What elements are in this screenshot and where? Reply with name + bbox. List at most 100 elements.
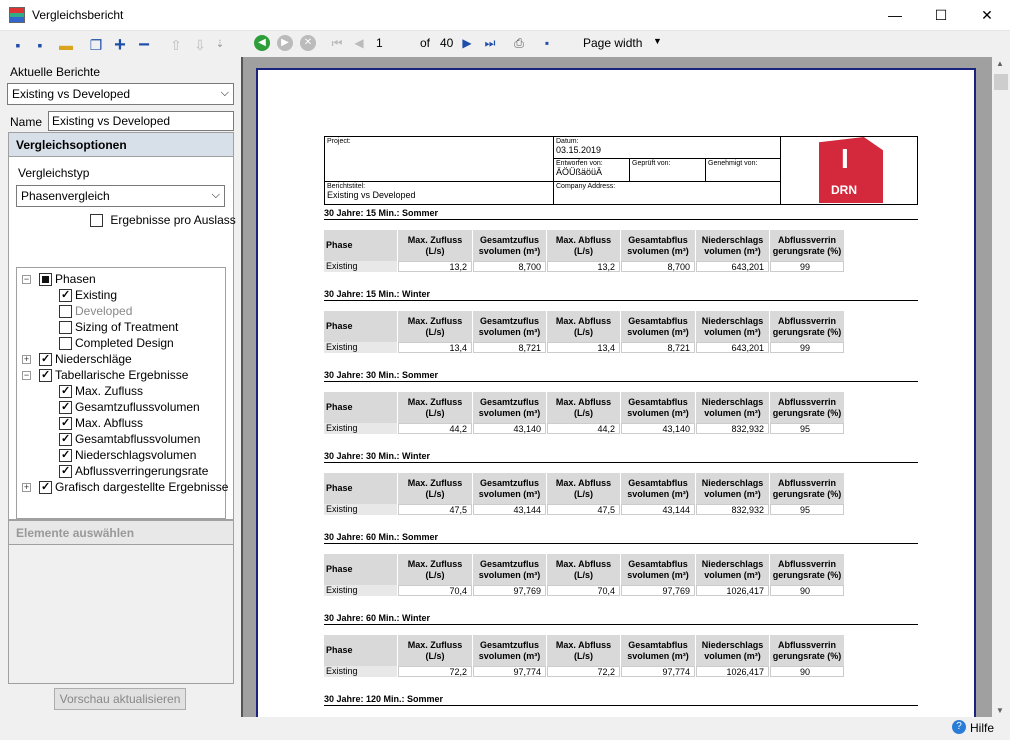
- help-link[interactable]: Hilfe: [970, 721, 994, 735]
- result-table: Phase Max. Zufluss (L/s) Gesamtzuflus svol…: [324, 230, 844, 274]
- tree-item-checkbox[interactable]: [59, 337, 72, 351]
- tree-item-checkbox[interactable]: [59, 305, 72, 319]
- sort-icon[interactable]: ⇣: [212, 37, 228, 53]
- save-icon[interactable]: ▪: [10, 37, 26, 53]
- result-table: Phase Max. Zufluss (L/s) Gesamtzuflus svol…: [324, 473, 844, 517]
- tree-item-checkbox[interactable]: [59, 465, 72, 479]
- table-header: Gesamtabflus svolumen (m³): [621, 230, 695, 261]
- tree-item[interactable]: Max. Zufluss: [59, 384, 143, 399]
- tree-item[interactable]: Completed Design: [59, 336, 174, 351]
- tree-item-checkbox[interactable]: [59, 321, 72, 335]
- maximize-button[interactable]: ☐: [918, 0, 964, 31]
- move-down-icon[interactable]: ⇩: [192, 37, 208, 53]
- scroll-thumb[interactable]: [994, 74, 1008, 90]
- forward-icon[interactable]: ▶: [277, 35, 293, 51]
- scroll-down-icon[interactable]: ▼: [996, 706, 1004, 715]
- table-header: Gesamtzuflus svolumen (m³): [473, 230, 546, 261]
- tree-item-checkbox[interactable]: [39, 481, 52, 495]
- tree-item-checkbox[interactable]: [59, 433, 72, 447]
- table-cell: 643,201: [696, 261, 769, 272]
- compare-type-value: Phasenvergleich: [21, 189, 110, 203]
- remove-icon[interactable]: −: [136, 35, 152, 55]
- add-icon[interactable]: +: [112, 35, 128, 55]
- tree-expander-icon[interactable]: −: [22, 275, 31, 284]
- tree-item[interactable]: Niederschlagsvolumen: [59, 448, 196, 463]
- first-page-icon[interactable]: ⏮: [329, 35, 345, 51]
- tree-item[interactable]: Gesamtzuflussvolumen: [59, 400, 200, 415]
- result-block: 30 Jahre: 15 Min.: Sommer Phase Max. Zuflu…: [324, 208, 918, 288]
- result-block: 30 Jahre: 120 Min.: Sommer: [324, 694, 918, 717]
- print-icon[interactable]: ⎙: [511, 35, 527, 51]
- tree-item-checkbox[interactable]: [39, 273, 52, 287]
- tree-item-checkbox[interactable]: [59, 289, 72, 303]
- result-table: Phase Max. Zufluss (L/s) Gesamtzuflus svol…: [324, 554, 844, 598]
- report-header-box: Project: Berichtstitel: Existing vs Devel…: [324, 136, 918, 205]
- document-area: Project: Berichtstitel: Existing vs Devel…: [241, 57, 992, 717]
- result-table: Phase Max. Zufluss (L/s) Gesamtzuflus svol…: [324, 392, 844, 436]
- per-outlet-checkbox[interactable]: Ergebnisse pro Auslass: [90, 213, 236, 228]
- table-cell: 97,774: [621, 666, 695, 677]
- tree-item[interactable]: Gesamtabflussvolumen: [59, 432, 200, 447]
- minimize-button[interactable]: —: [872, 0, 918, 31]
- back-icon[interactable]: ◀: [254, 35, 270, 51]
- tree-item[interactable]: Tabellarische Ergebnisse: [39, 368, 188, 383]
- name-label: Name: [10, 115, 43, 129]
- help-icon[interactable]: ?: [952, 720, 966, 734]
- stop-icon[interactable]: ✕: [300, 35, 316, 51]
- table-cell: 72,2: [398, 666, 472, 677]
- tree-item-checkbox[interactable]: [39, 353, 52, 367]
- result-table: Phase Max. Zufluss (L/s) Gesamtzuflus svol…: [324, 635, 844, 679]
- table-cell: 13,4: [547, 342, 620, 353]
- result-block: 30 Jahre: 30 Min.: Winter Phase Max. Zuflu…: [324, 451, 918, 531]
- tree-item[interactable]: Phasen: [39, 272, 96, 287]
- company-cell: Company Address:: [554, 182, 781, 205]
- chevron-down-icon[interactable]: ▼: [653, 36, 662, 46]
- tree-expander-icon[interactable]: −: [22, 371, 31, 380]
- table-cell: 47,5: [547, 504, 620, 515]
- tree-item[interactable]: Grafisch dargestellte Ergebnisse: [39, 480, 228, 495]
- next-page-icon[interactable]: ▶: [459, 35, 475, 51]
- last-page-icon[interactable]: ⏭: [482, 35, 498, 51]
- per-outlet-check[interactable]: [90, 214, 103, 228]
- status-bar: ? Hilfe: [0, 717, 1010, 740]
- name-input[interactable]: Existing vs Developed: [48, 111, 234, 131]
- save-all-icon[interactable]: ▪: [32, 37, 48, 53]
- move-up-icon[interactable]: ⇧: [168, 37, 184, 53]
- compare-type-dropdown[interactable]: Phasenvergleich ⌵: [16, 185, 225, 207]
- tree-item-checkbox[interactable]: [59, 385, 72, 399]
- table-cell: 47,5: [398, 504, 472, 515]
- table-cell: 8,721: [621, 342, 695, 353]
- zoom-dropdown[interactable]: Page width: [583, 36, 642, 50]
- tree-item[interactable]: Developed: [59, 304, 132, 319]
- options-tree[interactable]: Phasen − Existing Developed Sizing of Treatm…: [16, 267, 228, 519]
- tree-item[interactable]: Abflussverringerungsrate: [59, 464, 208, 479]
- total-pages: 40: [440, 36, 454, 50]
- table-header: Gesamtabflus svolumen (m³): [621, 635, 695, 666]
- tree-item-checkbox[interactable]: [59, 417, 72, 431]
- close-button[interactable]: ✕: [964, 0, 1010, 31]
- current-report-dropdown[interactable]: Existing vs Developed ⌵: [7, 83, 234, 105]
- tree-item[interactable]: Max. Abfluss: [59, 416, 143, 431]
- scroll-up-icon[interactable]: ▲: [996, 59, 1004, 68]
- previous-page-icon[interactable]: ◀: [351, 35, 367, 51]
- designed-cell: Entworfen von: ÄÖÜßäöüÄ: [554, 159, 630, 182]
- tree-item-checkbox[interactable]: [39, 369, 52, 383]
- tree-item[interactable]: Existing: [59, 288, 117, 303]
- tree-item-checkbox[interactable]: [59, 401, 72, 415]
- current-page-input[interactable]: 1: [376, 36, 383, 50]
- table-header: Phase: [324, 311, 397, 342]
- export-icon[interactable]: ▪: [539, 35, 555, 51]
- table-header: Gesamtabflus svolumen (m³): [621, 392, 695, 423]
- tree-item[interactable]: Niederschläge: [39, 352, 132, 367]
- refresh-preview-button[interactable]: Vorschau aktualisieren: [54, 688, 186, 710]
- vertical-scrollbar[interactable]: ▲ ▼: [992, 57, 1010, 717]
- tree-expander-icon[interactable]: +: [22, 355, 31, 364]
- tree-item-checkbox[interactable]: [59, 449, 72, 463]
- compare-type-label: Vergleichstyp: [18, 166, 90, 180]
- tree-expander-icon[interactable]: +: [22, 483, 31, 492]
- copy-icon[interactable]: ❐: [88, 37, 104, 53]
- open-folder-icon[interactable]: ▬: [58, 37, 74, 53]
- table-cell: Existing: [324, 423, 397, 434]
- tree-item[interactable]: Sizing of Treatment: [59, 320, 178, 335]
- table-cell: 90: [770, 585, 844, 596]
